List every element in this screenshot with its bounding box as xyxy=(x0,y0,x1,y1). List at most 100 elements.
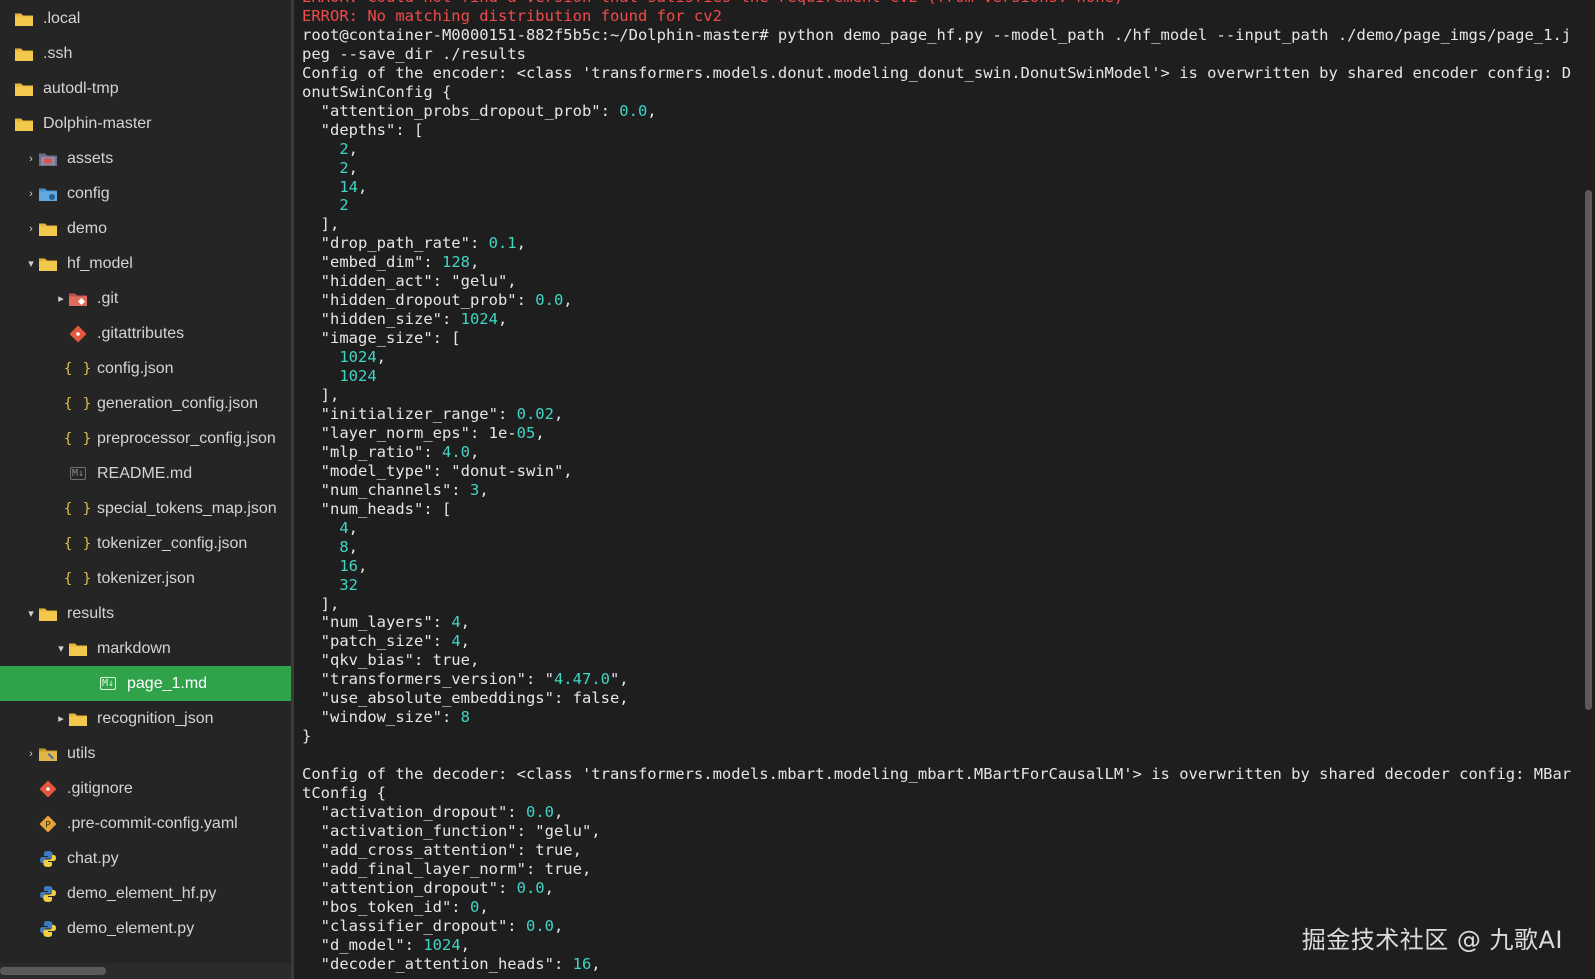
expand-chevron-icon[interactable]: › xyxy=(24,188,38,200)
expand-chevron-icon[interactable]: › xyxy=(24,223,38,235)
number-token: 8 xyxy=(339,537,349,556)
folder-icon xyxy=(38,254,58,274)
tree-item-label: hf_model xyxy=(67,254,133,272)
folder-icon xyxy=(68,709,88,729)
tree-item-assets[interactable]: › assets xyxy=(0,141,291,176)
terminal-line: 1024, xyxy=(302,348,386,366)
terminal-text: ], xyxy=(302,215,340,234)
tree-item-special-tokens-map-json[interactable]: { } special_tokens_map.json xyxy=(0,491,291,526)
tree-item-results[interactable]: ▾ results xyxy=(0,596,291,631)
terminal-text: "initializer_range": xyxy=(302,404,517,423)
terminal-text: ], xyxy=(302,386,340,405)
terminal-line: ], xyxy=(302,386,340,405)
tree-item-ssh[interactable]: .ssh xyxy=(0,36,291,71)
terminal-line: "initializer_range": 0.02, xyxy=(302,404,564,423)
sidebar-horizontal-scrollbar[interactable] xyxy=(0,963,291,979)
sidebar-scrollbar-thumb[interactable] xyxy=(0,967,106,975)
terminal-line: 2 xyxy=(302,196,348,214)
tree-item-git[interactable]: ▸ .git xyxy=(0,281,291,316)
terminal-line: root@container-M0000151-882f5b5c:~/Dolph… xyxy=(302,26,1571,44)
tree-item-pre-commit-config-yaml[interactable]: P .pre-commit-config.yaml xyxy=(0,806,291,841)
tree-item-markdown[interactable]: ▾ markdown xyxy=(0,631,291,666)
terminal-text: "patch_size": xyxy=(302,632,452,651)
tree-item-preprocessor-config-json[interactable]: { } preprocessor_config.json xyxy=(0,421,291,456)
expand-chevron-icon[interactable]: › xyxy=(24,153,38,165)
folder-icon xyxy=(14,114,34,134)
terminal-line: "mlp_ratio": 4.0, xyxy=(302,443,480,461)
tree-item-label: markdown xyxy=(97,639,171,657)
terminal-panel[interactable]: ERROR: Could not find a version that sat… xyxy=(294,0,1595,979)
number-token: 05 xyxy=(516,423,536,442)
python-file-icon xyxy=(38,849,58,869)
folder-icon xyxy=(68,639,88,659)
terminal-text: "model_type": "donut-swin", xyxy=(302,461,573,480)
terminal-text: "embed_dim": xyxy=(302,253,442,272)
terminal-line: "model_type": "donut-swin", xyxy=(302,462,573,480)
expand-chevron-icon[interactable]: ▸ xyxy=(54,292,68,305)
expand-chevron-icon[interactable]: ▾ xyxy=(24,607,38,620)
tree-item-config[interactable]: › config xyxy=(0,176,291,211)
tree-item-label: special_tokens_map.json xyxy=(97,499,277,517)
tree-item-readme-md[interactable]: M↓ README.md xyxy=(0,456,291,491)
terminal-text: , xyxy=(358,177,368,196)
terminal-line: "embed_dim": 128, xyxy=(302,253,480,272)
markdown-file-icon: M↓ xyxy=(69,467,87,480)
tree-item-label: tokenizer_config.json xyxy=(97,534,248,552)
terminal-vertical-scrollbar[interactable] xyxy=(1581,0,1595,979)
terminal-text: peg --save_dir ./results xyxy=(302,44,526,63)
tree-item-label: assets xyxy=(67,149,114,167)
terminal-text: , xyxy=(358,556,368,575)
error-text: ERROR: Could not find a version that sat… xyxy=(302,0,1123,6)
tree-item-label: preprocessor_config.json xyxy=(97,429,276,447)
number-token: 3 xyxy=(469,480,480,499)
terminal-line: "decoder_attention_heads": 16, xyxy=(302,955,601,973)
tree-item-recognition-json[interactable]: ▸ recognition_json xyxy=(0,701,291,736)
terminal-scrollbar-thumb[interactable] xyxy=(1585,190,1592,710)
tree-item-page-1-md[interactable]: M↓ page_1.md xyxy=(0,666,291,701)
terminal-text: "hidden_size": xyxy=(302,310,461,329)
tree-item-label: .gitignore xyxy=(67,779,133,797)
tree-item-config-json[interactable]: { } config.json xyxy=(0,351,291,386)
tree-item-demo-element-hf-py[interactable]: demo_element_hf.py xyxy=(0,876,291,911)
folder-icon xyxy=(14,9,34,29)
terminal-text: , xyxy=(348,158,359,177)
expand-chevron-icon[interactable]: ▾ xyxy=(24,257,38,270)
terminal-text: tConfig { xyxy=(302,784,386,803)
number-token: 0.0 xyxy=(619,101,648,120)
tree-item-chat-py[interactable]: chat.py xyxy=(0,841,291,876)
tree-item-hf-model[interactable]: ▾ hf_model xyxy=(0,246,291,281)
terminal-line: tConfig { xyxy=(302,784,386,802)
terminal-text: , xyxy=(553,916,564,935)
expand-chevron-icon[interactable]: ▸ xyxy=(54,712,68,725)
tree-item-tokenizer-json[interactable]: { } tokenizer.json xyxy=(0,561,291,596)
markdown-file-icon: M↓ xyxy=(99,677,117,690)
terminal-line: Config of the decoder: <class 'transform… xyxy=(302,765,1571,783)
tree-item-dolphin-master[interactable]: Dolphin-master xyxy=(0,106,291,141)
tree-item-gitattributes[interactable]: .gitattributes xyxy=(0,316,291,351)
tree-item-demo-element-py[interactable]: demo_element.py xyxy=(0,911,291,946)
terminal-text: , xyxy=(591,954,601,973)
tree-item-tokenizer-config-json[interactable]: { } tokenizer_config.json xyxy=(0,526,291,561)
expand-chevron-icon[interactable]: ▾ xyxy=(54,642,68,655)
tree-item-label: .gitattributes xyxy=(97,324,185,342)
expand-chevron-icon[interactable]: › xyxy=(24,748,38,760)
tree-item-gitignore[interactable]: .gitignore xyxy=(0,771,291,806)
tree-item-demo[interactable]: › demo xyxy=(0,211,291,246)
terminal-line: "num_layers": 4, xyxy=(302,613,470,631)
terminal-text: Config of the encoder: <class 'transform… xyxy=(302,63,1572,82)
terminal-text: , xyxy=(563,291,573,310)
config-folder-icon xyxy=(38,184,58,204)
tree-item-generation-config-json[interactable]: { } generation_config.json xyxy=(0,386,291,421)
tree-item-autodl-tmp[interactable]: autodl-tmp xyxy=(0,71,291,106)
terminal-line: ], xyxy=(302,215,340,234)
tree-item-local[interactable]: .local xyxy=(0,1,291,36)
json-file-icon: { } xyxy=(63,360,93,377)
terminal-text: , xyxy=(553,802,564,821)
tree-item-utils[interactable]: › utils xyxy=(0,736,291,771)
pre-commit-icon: P xyxy=(38,814,58,834)
git-icon xyxy=(68,324,88,344)
terminal-line: "transformers_version": "4.47.0", xyxy=(302,670,629,688)
terminal-line: } xyxy=(302,727,311,745)
